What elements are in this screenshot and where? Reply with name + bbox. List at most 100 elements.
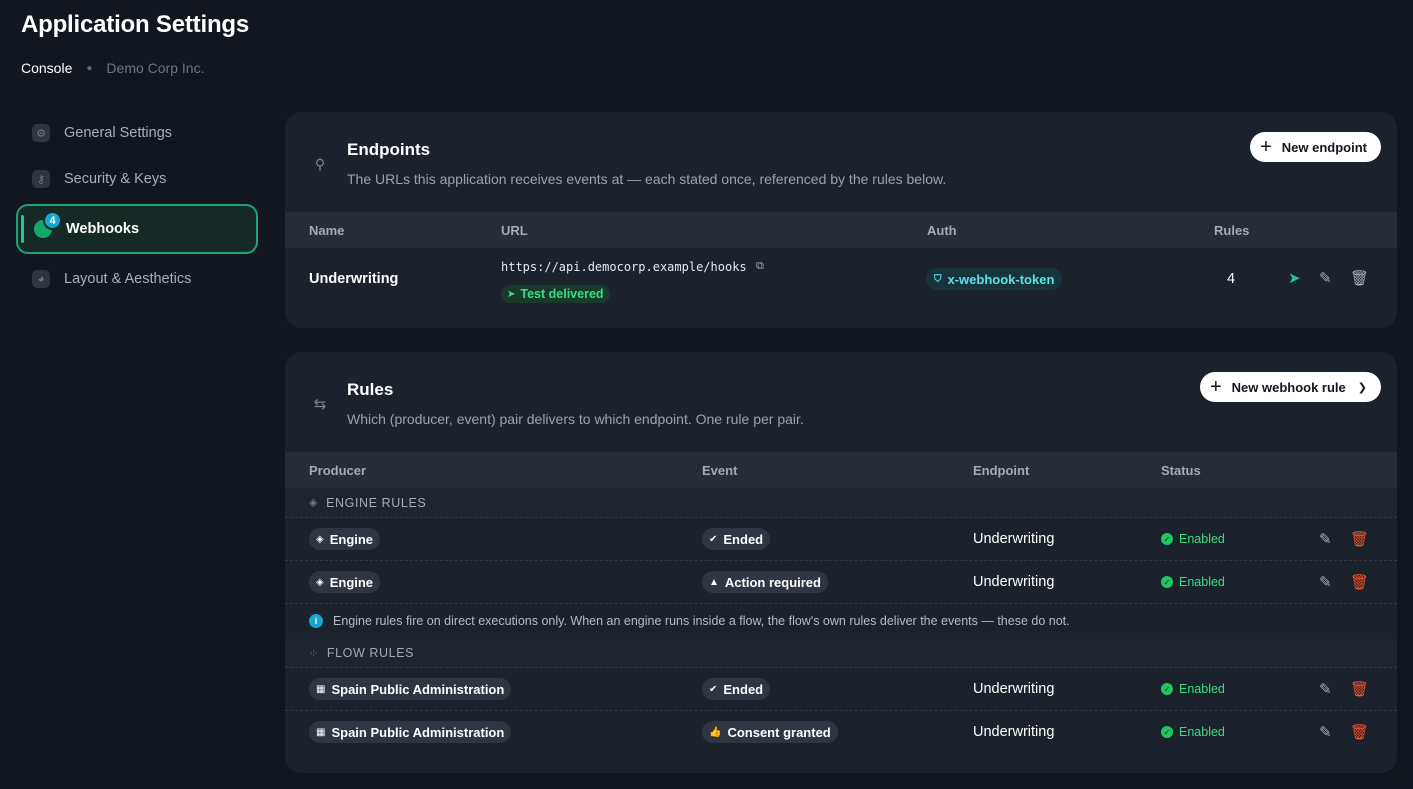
copy-icon[interactable]: ⧉ xyxy=(756,260,764,273)
breadcrumb-separator: ● xyxy=(86,62,93,74)
shield-icon: ⛉ xyxy=(934,273,942,285)
status-label: Enabled xyxy=(1179,725,1225,739)
new-rule-label: New webhook rule xyxy=(1231,379,1346,395)
event-label: Ended xyxy=(723,531,764,547)
engine-rules-note: i Engine rules fire on direct executions… xyxy=(285,604,1397,638)
send-icon: ➤ xyxy=(507,288,516,300)
delete-icon[interactable]: 🗑 xyxy=(1350,573,1369,591)
endpoints-card: ⚲ Endpoints The URLs this application re… xyxy=(285,112,1397,328)
thumbs-up-icon: 👍 xyxy=(709,726,722,738)
group-engine-rules: ◈ ENGINE RULES xyxy=(285,488,1397,518)
swap-icon: ⇆ xyxy=(313,396,327,413)
event-label: Consent granted xyxy=(727,724,831,740)
note-text: Engine rules fire on direct executions o… xyxy=(333,614,1070,628)
rule-row[interactable]: ◈ Engine ▲ Action required Underwriting ✓ E… xyxy=(285,561,1397,604)
sidebar-item-label: General Settings xyxy=(64,125,173,141)
plus-icon: + xyxy=(1260,136,1272,158)
group-label: ENGINE RULES xyxy=(326,495,427,510)
cube-icon: ◈ xyxy=(316,533,324,545)
rule-endpoint: Underwriting xyxy=(973,724,1055,740)
col-name: Name xyxy=(309,222,345,238)
delete-icon[interactable]: 🗑 xyxy=(1350,269,1369,287)
delete-icon[interactable]: 🗑 xyxy=(1350,680,1369,698)
edit-icon[interactable]: ✎ xyxy=(1319,573,1332,591)
app-title: Application Settings xyxy=(21,11,250,38)
col-endpoint: Endpoint xyxy=(973,462,1030,478)
event-chip: ▲ Action required xyxy=(702,571,828,593)
endpoints-header: ⚲ Endpoints The URLs this application re… xyxy=(285,112,1397,212)
edit-icon[interactable]: ✎ xyxy=(1319,723,1332,741)
send-test-icon[interactable]: ➤ xyxy=(1288,269,1301,287)
endpoints-table-header: Name URL Auth Rules xyxy=(285,212,1397,248)
col-event: Event xyxy=(702,462,738,478)
producer-label: Engine xyxy=(329,574,374,590)
palette-icon: ◕ xyxy=(32,270,50,288)
producer-label: Engine xyxy=(329,531,374,547)
endpoint-name: Underwriting xyxy=(309,271,399,287)
group-label: FLOW RULES xyxy=(326,646,415,660)
plus-icon: + xyxy=(1209,376,1222,398)
auth-label: x-webhook-token xyxy=(947,271,1055,287)
event-label: Action required xyxy=(724,574,821,590)
rule-row[interactable]: ▦ Spain Public Administration ✔ Ended Unde… xyxy=(285,668,1397,711)
new-webhook-rule-button[interactable]: + New webhook rule ❯ xyxy=(1199,372,1381,402)
producer-chip: ▦ Spain Public Administration xyxy=(309,678,512,700)
test-status-label: Test delivered xyxy=(520,287,604,301)
rules-subtitle: Which (producer, event) pair delivers to… xyxy=(347,411,804,427)
warning-icon: ▲ xyxy=(709,576,719,588)
edit-icon[interactable]: ✎ xyxy=(1319,530,1332,548)
event-chip: ✔ Ended xyxy=(702,678,771,700)
rule-row[interactable]: ▦ Spain Public Administration 👍 Consent gr… xyxy=(285,711,1397,754)
rule-endpoint: Underwriting xyxy=(973,531,1055,547)
event-label: Ended xyxy=(723,681,764,697)
rules-table-header: Producer Event Endpoint Status xyxy=(285,452,1397,488)
check-icon: ✓ xyxy=(1161,533,1173,545)
sidebar-item-label: Security & Keys xyxy=(64,171,167,187)
sidebar-item-label: Webhooks xyxy=(66,221,140,237)
status-badge: ✓ Enabled xyxy=(1161,682,1225,696)
endpoints-title: Endpoints xyxy=(347,140,431,159)
breadcrumb-console[interactable]: Console xyxy=(21,60,72,76)
group-flow-rules: ⁘ FLOW RULES xyxy=(285,638,1397,668)
delete-icon[interactable]: 🗑 xyxy=(1350,530,1369,548)
sidebar-item-label: Layout & Aesthetics xyxy=(64,271,192,287)
webhooks-count-badge: 4 xyxy=(43,211,62,230)
new-endpoint-button[interactable]: + New endpoint xyxy=(1250,132,1381,162)
endpoint-row[interactable]: Underwriting https://api.democorp.exampl… xyxy=(285,248,1397,310)
status-badge: ✓ Enabled xyxy=(1161,532,1225,546)
cube-icon: ◈ xyxy=(316,576,324,588)
col-auth: Auth xyxy=(927,222,957,238)
producer-label: Spain Public Administration xyxy=(331,724,505,740)
breadcrumb-org[interactable]: Demo Corp Inc. xyxy=(106,60,204,76)
sidebar-item-general-settings[interactable]: ⚙ General Settings xyxy=(16,110,258,156)
rules-title: Rules xyxy=(347,380,394,399)
status-label: Enabled xyxy=(1179,575,1225,589)
endpoint-url: https://api.democorp.example/hooks xyxy=(501,260,747,274)
rule-endpoint: Underwriting xyxy=(973,681,1055,697)
chevron-down-icon: ❯ xyxy=(1357,381,1367,394)
auth-badge: ⛉ x-webhook-token xyxy=(926,268,1063,290)
edit-icon[interactable]: ✎ xyxy=(1319,680,1332,698)
producer-label: Spain Public Administration xyxy=(331,681,505,697)
sidebar-item-security-keys[interactable]: ⚷ Security & Keys xyxy=(16,156,258,202)
sidebar-item-layout-aesthetics[interactable]: ◕ Layout & Aesthetics xyxy=(16,256,258,302)
info-icon: i xyxy=(309,614,323,628)
col-producer: Producer xyxy=(309,462,367,478)
status-label: Enabled xyxy=(1179,682,1225,696)
sidebar: ⚙ General Settings ⚷ Security & Keys 4 W… xyxy=(16,110,258,302)
cube-icon: ◈ xyxy=(309,497,319,509)
producer-chip: ◈ Engine xyxy=(309,571,381,593)
delete-icon[interactable]: 🗑 xyxy=(1350,723,1369,741)
breadcrumb: Console ● Demo Corp Inc. xyxy=(21,60,204,76)
check-icon: ✓ xyxy=(1161,726,1173,738)
edit-icon[interactable]: ✎ xyxy=(1319,269,1332,287)
producer-chip: ▦ Spain Public Administration xyxy=(309,721,512,743)
check-circle-icon: ✔ xyxy=(709,533,718,545)
rules-card: ⇆ Rules Which (producer, event) pair del… xyxy=(285,352,1397,773)
sidebar-item-webhooks[interactable]: 4 Webhooks xyxy=(16,204,258,254)
check-icon: ✓ xyxy=(1161,576,1173,588)
rule-row[interactable]: ◈ Engine ✔ Ended Underwriting ✓ Enabled ✎ 🗑 xyxy=(285,518,1397,561)
col-status: Status xyxy=(1161,462,1201,478)
event-chip: ✔ Ended xyxy=(702,528,771,550)
gear-icon: ⚙ xyxy=(32,124,50,142)
